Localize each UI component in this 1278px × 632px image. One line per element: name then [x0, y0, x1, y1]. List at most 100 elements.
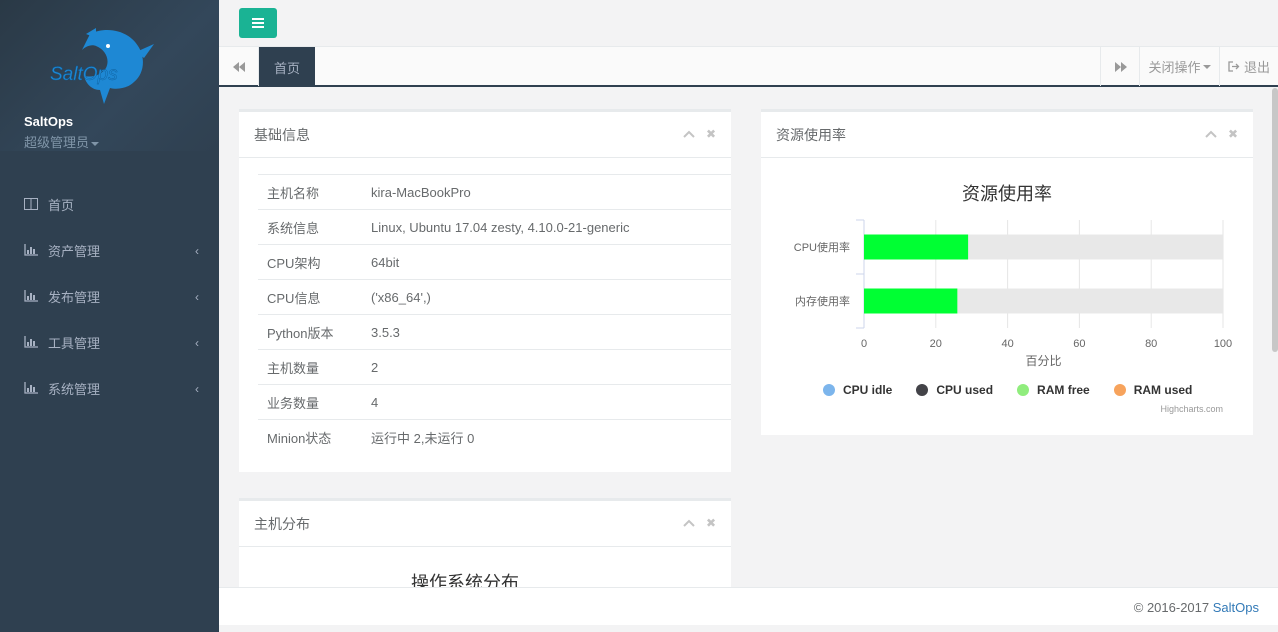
info-value: 4: [362, 384, 731, 420]
table-row: Minion状态 运行中 2,未运行 0: [258, 419, 731, 455]
info-key: 主机数量: [258, 349, 362, 385]
info-value: 3.5.3: [362, 314, 731, 350]
chevron-left-icon: ‹: [195, 244, 199, 258]
info-key: 业务数量: [258, 384, 362, 420]
basic-info-panel: 基础信息 ✖ 主机名称 kira-MacBookPro 系统信息 Linux, Ubu…: [239, 109, 731, 472]
x-tick-label: 60: [1073, 338, 1085, 350]
table-row: Python版本 3.5.3: [258, 314, 731, 350]
close-icon[interactable]: ✖: [1227, 128, 1239, 140]
bar: [864, 288, 958, 314]
info-value: 64bit: [362, 244, 731, 280]
info-key: 系统信息: [258, 209, 362, 245]
close-icon[interactable]: ✖: [705, 128, 717, 140]
sidebar-item-tools[interactable]: 工具管理 ‹: [0, 319, 219, 365]
x-tick-label: 20: [930, 338, 942, 350]
footer-copyright: © 2016-2017 SaltOps: [1133, 600, 1259, 615]
svg-text:SaltOps: SaltOps: [50, 64, 118, 85]
collapse-icon[interactable]: [1205, 128, 1217, 140]
legend-item[interactable]: RAM used: [1113, 383, 1193, 397]
chevron-left-icon: ‹: [195, 382, 199, 396]
info-key: CPU信息: [258, 279, 362, 315]
info-value: 运行中 2,未运行 0: [362, 419, 731, 455]
bar-chart-icon: [24, 336, 38, 348]
footer: © 2016-2017 SaltOps: [219, 587, 1278, 625]
sidebar-item-home[interactable]: 首页: [0, 181, 219, 227]
legend-item[interactable]: RAM free: [1017, 383, 1090, 397]
legend-item[interactable]: CPU used: [916, 383, 993, 397]
table-row: 系统信息 Linux, Ubuntu 17.04 zesty, 4.10.0-21…: [258, 209, 731, 245]
legend-marker: [823, 384, 835, 396]
info-key: CPU架构: [258, 244, 362, 280]
footer-brand-link[interactable]: SaltOps: [1213, 600, 1259, 615]
top-navbar: [219, 0, 1278, 46]
sidebar-item-label: 资产管理: [48, 243, 101, 259]
category-label: CPU使用率: [794, 240, 850, 254]
legend-item[interactable]: CPU idle: [823, 383, 892, 397]
collapse-icon[interactable]: [683, 517, 695, 529]
panel-header: 基础信息 ✖: [239, 112, 731, 158]
sidebar-item-label: 系统管理: [48, 381, 101, 397]
sidebar-item-label: 工具管理: [48, 335, 101, 351]
x-axis-label: 百分比: [1025, 354, 1061, 368]
panel-title: 资源使用率: [776, 127, 846, 143]
bar-chart-icon: [24, 244, 38, 256]
chevron-left-icon: ‹: [195, 336, 199, 350]
sign-out-icon: [1228, 61, 1240, 72]
chart-legend: CPU idle CPU used RAM free RAM used: [823, 383, 1216, 397]
tab-bar: 首页 关闭操作 退出: [219, 46, 1278, 87]
profile-role-dropdown[interactable]: 超级管理员: [24, 132, 100, 151]
host-distribution-panel: 主机分布 ✖ 操作系统分布: [239, 498, 731, 587]
highcharts-credits[interactable]: Highcharts.com: [1160, 404, 1223, 414]
os-distribution-chart-title: 操作系统分布: [411, 573, 519, 587]
table-row: CPU架构 64bit: [258, 244, 731, 280]
tab-scroll-left-button[interactable]: [219, 47, 259, 86]
sidebar-profile: SaltOps SaltOps 超级管理员: [0, 0, 219, 151]
table-row: CPU信息 ('x86_64',): [258, 279, 731, 315]
table-row: 主机名称 kira-MacBookPro: [258, 174, 731, 210]
forward-icon: [1114, 61, 1127, 72]
close-operations-dropdown[interactable]: 关闭操作: [1139, 47, 1219, 86]
sidebar-item-label: 发布管理: [48, 289, 101, 305]
page-scrollbar[interactable]: [1272, 88, 1278, 352]
info-value: Linux, Ubuntu 17.04 zesty, 4.10.0-21-gen…: [362, 209, 731, 245]
saltops-logo: SaltOps: [50, 28, 154, 104]
tab-scroll-right-button[interactable]: [1100, 47, 1140, 86]
columns-icon: [24, 198, 38, 210]
table-row: 主机数量 2: [258, 349, 731, 385]
sidebar: SaltOps SaltOps 超级管理员 首页 资产管理 ‹ 发布管理 ‹ 工…: [0, 0, 219, 632]
legend-label: CPU idle: [843, 383, 893, 397]
resource-usage-panel: 资源使用率 ✖ 资源使用率 CPU使用率 内存使用率 0 20 40 60 80 100 百分比…: [761, 109, 1253, 435]
profile-name: SaltOps: [24, 114, 74, 129]
logout-button[interactable]: 退出: [1219, 47, 1278, 86]
legend-marker: [1017, 384, 1030, 396]
chart-title: 资源使用率: [962, 184, 1052, 204]
sidebar-nav: 首页 资产管理 ‹ 发布管理 ‹ 工具管理 ‹ 系统管理 ‹: [0, 181, 219, 411]
info-key: Python版本: [258, 314, 362, 350]
info-value: ('x86_64',): [362, 279, 731, 315]
tab-home[interactable]: 首页: [259, 47, 315, 87]
x-tick-label: 80: [1145, 338, 1157, 350]
sidebar-item-assets[interactable]: 资产管理 ‹: [0, 227, 219, 273]
close-icon[interactable]: ✖: [705, 517, 717, 529]
legend-label: RAM free: [1037, 383, 1090, 397]
x-tick-label: 0: [861, 338, 867, 350]
info-value: 2: [362, 349, 731, 385]
x-tick-label: 100: [1214, 338, 1232, 350]
caret-down-icon: [91, 141, 100, 146]
sidebar-item-system[interactable]: 系统管理 ‹: [0, 365, 219, 411]
legend-marker: [1113, 384, 1126, 396]
legend-marker: [916, 384, 929, 396]
sidebar-item-release[interactable]: 发布管理 ‹: [0, 273, 219, 319]
menu-toggle-button[interactable]: [239, 8, 277, 38]
info-value: kira-MacBookPro: [362, 174, 731, 210]
category-label: 内存使用率: [795, 294, 850, 308]
caret-down-icon: [1202, 64, 1211, 69]
collapse-icon[interactable]: [683, 128, 695, 140]
table-row: 业务数量 4: [258, 384, 731, 420]
legend-label: CPU used: [936, 383, 994, 397]
bar-chart-icon: [24, 290, 38, 302]
legend-label: RAM used: [1133, 383, 1193, 397]
bar: [864, 234, 969, 260]
backward-icon: [232, 61, 245, 72]
panel-header: 资源使用率 ✖: [761, 112, 1253, 158]
